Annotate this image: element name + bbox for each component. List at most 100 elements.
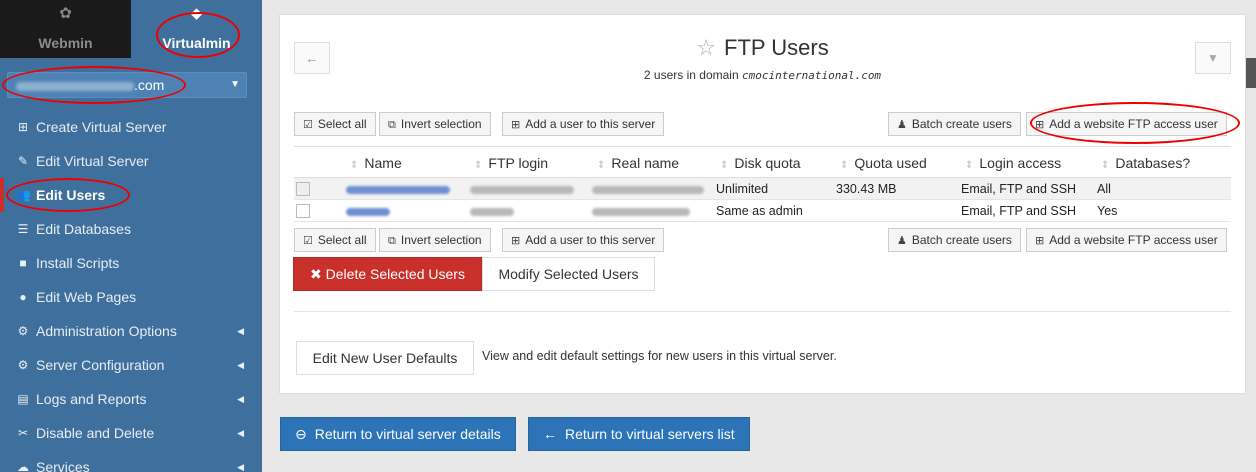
invert-selection-button[interactable]: ⧉ Invert selection [379, 112, 491, 136]
ftp-login [470, 178, 574, 200]
delete-selected-label: Delete Selected Users [325, 266, 465, 282]
scrollbar-handle[interactable] [1246, 58, 1256, 88]
invert-selection-button-bottom[interactable]: ⧉ Invert selection [379, 228, 491, 252]
select-all-button-bottom[interactable]: ☑ Select all [294, 228, 376, 252]
modify-selected-label: Modify Selected Users [498, 266, 639, 282]
modify-selected-users-button[interactable]: Modify Selected Users [482, 257, 655, 291]
column-header-login-access[interactable]: ⇕ Login access [965, 147, 1061, 179]
product-switcher: ✿ Webmin ◆ Virtualmin [0, 0, 262, 58]
sidebar-item-label: Disable and Delete [36, 425, 155, 441]
table-row: Unlimited 330.43 MB Email, FTP and SSH A… [294, 178, 1231, 200]
sidebar-item-label: Services [36, 459, 90, 472]
plus-square-icon: ⊞ [511, 235, 521, 247]
user-name-link[interactable] [346, 200, 390, 222]
sidebar-item-label: Logs and Reports [36, 391, 147, 407]
redacted-text [592, 207, 690, 216]
edit-defaults-label: Edit New User Defaults [312, 350, 458, 366]
database-icon: ☰ [17, 222, 29, 236]
globe-icon: ● [19, 290, 27, 304]
add-website-ftp-label: Add a website FTP access user [1049, 117, 1218, 131]
row-checkbox[interactable] [296, 204, 310, 218]
sidebar-menu: ⊞ Create Virtual Server ✎ Edit Virtual S… [0, 110, 262, 472]
caret-down-icon: ▼ [230, 79, 240, 90]
add-user-button-bottom[interactable]: ⊞ Add a user to this server [502, 228, 665, 252]
external-link-icon: ⧉ [388, 235, 396, 247]
login-access: Email, FTP and SSH [961, 204, 1077, 218]
user-icon: ♟ [897, 119, 907, 131]
sidebar-item-edit-users[interactable]: 👥 Edit Users [0, 178, 262, 212]
sort-icon: ⇕ [474, 160, 483, 171]
star-icon[interactable]: ☆ [696, 35, 716, 60]
column-header-ftp-login[interactable]: ⇕ FTP login [474, 147, 548, 179]
delete-selected-users-button[interactable]: ✖ Delete Selected Users [293, 257, 482, 291]
edit-new-user-defaults-button[interactable]: Edit New User Defaults [296, 341, 474, 375]
return-details-label: Return to virtual server details [314, 426, 501, 442]
sidebar-item-install-scripts[interactable]: ■ Install Scripts [0, 246, 262, 280]
redacted-text [346, 207, 390, 216]
user-times-icon: ✖ [310, 266, 322, 282]
webmin-label: Webmin [38, 35, 93, 51]
return-list-label: Return to virtual servers list [565, 426, 735, 442]
real-name [592, 178, 704, 200]
virtualmin-label: Virtualmin [162, 35, 231, 51]
column-header-quota-used[interactable]: ⇕ Quota used [840, 147, 927, 179]
batch-create-label: Batch create users [911, 233, 1012, 247]
row-checkbox[interactable] [296, 182, 310, 196]
cloud-icon: ☁ [17, 460, 29, 472]
sidebar-item-label: Edit Virtual Server [36, 153, 149, 169]
sidebar-item-server-configuration[interactable]: ⚙ Server Configuration ◀ [0, 348, 262, 382]
check-square-icon: ☑ [303, 235, 313, 247]
arrow-left-icon: ← [543, 426, 557, 442]
virtualmin-switch[interactable]: ◆ Virtualmin [131, 0, 262, 58]
sidebar-item-edit-virtual-server[interactable]: ✎ Edit Virtual Server [0, 144, 262, 178]
add-user-button[interactable]: ⊞ Add a user to this server [502, 112, 665, 136]
edit-icon: ✎ [17, 154, 29, 168]
defaults-description: View and edit default settings for new u… [482, 349, 837, 363]
batch-create-users-button-bottom[interactable]: ♟ Batch create users [888, 228, 1021, 252]
sidebar-item-edit-web-pages[interactable]: ● Edit Web Pages [0, 280, 262, 314]
column-header-databases[interactable]: ⇕ Databases? [1101, 147, 1190, 179]
sidebar-item-create-virtual-server[interactable]: ⊞ Create Virtual Server [0, 110, 262, 144]
column-header-real-name[interactable]: ⇕ Real name [597, 147, 679, 179]
sidebar-item-label: Edit Users [36, 187, 106, 203]
user-name-link[interactable] [346, 178, 450, 200]
domain-name-redacted [16, 81, 134, 91]
batch-create-users-button[interactable]: ♟ Batch create users [888, 112, 1021, 136]
real-name [592, 200, 690, 222]
sidebar-item-logs-and-reports[interactable]: ▤ Logs and Reports ◀ [0, 382, 262, 416]
sidebar-item-administration-options[interactable]: ⚙ Administration Options ◀ [0, 314, 262, 348]
select-all-button[interactable]: ☑ Select all [294, 112, 376, 136]
virtualmin-logo-icon: ◆ [190, 5, 203, 22]
users-icon: 👥 [16, 188, 31, 202]
sort-icon: ⇕ [720, 160, 729, 171]
caret-left-icon: ◀ [237, 462, 244, 472]
webmin-switch[interactable]: ✿ Webmin [0, 0, 131, 58]
return-to-server-details-button[interactable]: ⊖ Return to virtual server details [280, 417, 516, 451]
sidebar-item-label: Edit Databases [36, 221, 131, 237]
plus-square-icon: ⊞ [1035, 119, 1045, 131]
gear-icon: ⚙ [17, 324, 29, 338]
sidebar-item-label: Create Virtual Server [36, 119, 167, 135]
user-icon: ♟ [897, 235, 907, 247]
add-website-ftp-user-button-bottom[interactable]: ⊞ Add a website FTP access user [1026, 228, 1227, 252]
caret-left-icon: ◀ [237, 326, 244, 336]
domain-select[interactable]: .com ▼ [7, 72, 247, 98]
invert-selection-label: Invert selection [400, 233, 482, 247]
sidebar-item-edit-databases[interactable]: ☰ Edit Databases [0, 212, 262, 246]
sort-icon: ⇕ [350, 160, 359, 171]
column-header-name[interactable]: ⇕ Name [350, 147, 402, 179]
databases: Yes [1097, 204, 1118, 218]
sidebar-item-services[interactable]: ☁ Services ◀ [0, 450, 262, 472]
sidebar-item-label: Edit Web Pages [36, 289, 137, 305]
column-header-disk-quota[interactable]: ⇕ Disk quota [720, 147, 801, 179]
sidebar-item-disable-and-delete[interactable]: ✂ Disable and Delete ◀ [0, 416, 262, 450]
plus-square-icon: ⊞ [1035, 235, 1045, 247]
redacted-text [592, 185, 704, 194]
plus-square-icon: ⊞ [17, 120, 29, 134]
file-icon: ▤ [17, 392, 29, 406]
add-website-ftp-user-button[interactable]: ⊞ Add a website FTP access user [1026, 112, 1227, 136]
batch-create-label: Batch create users [911, 117, 1012, 131]
caret-left-icon: ◀ [237, 360, 244, 370]
sidebar-item-label: Install Scripts [36, 255, 120, 271]
return-to-servers-list-button[interactable]: ← Return to virtual servers list [528, 417, 750, 451]
